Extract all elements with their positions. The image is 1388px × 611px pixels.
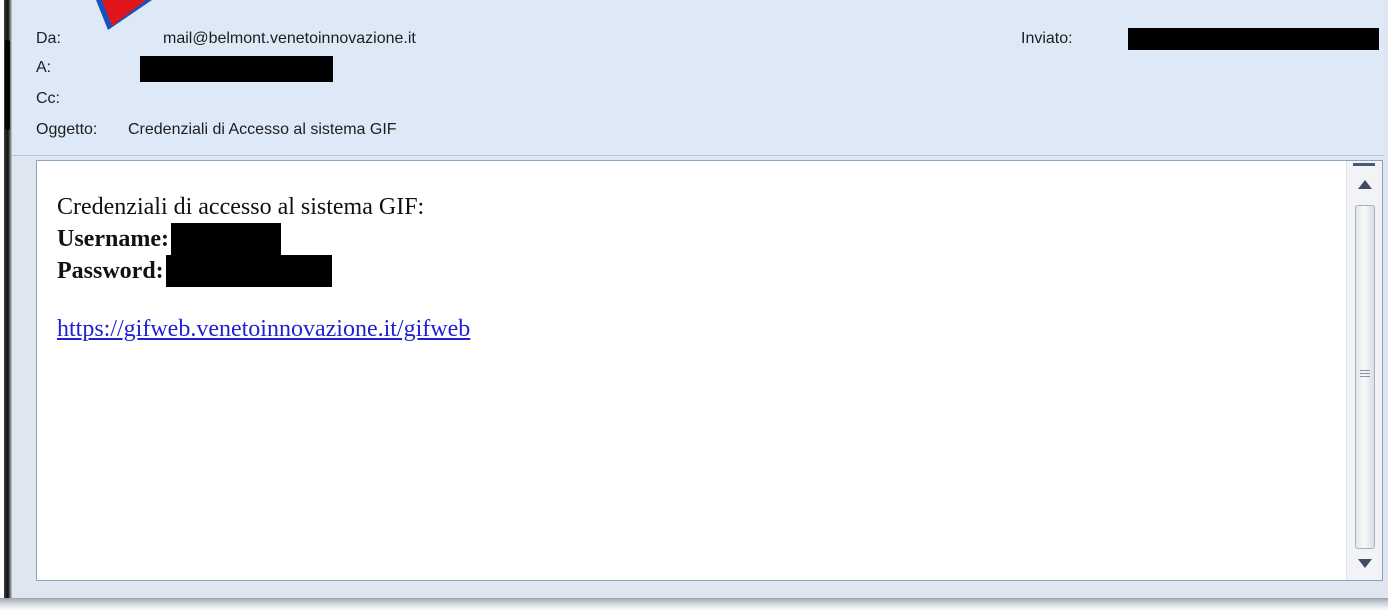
to-label: A: xyxy=(36,59,52,76)
email-window: Da: mail@belmont.venetoinnovazione.it In… xyxy=(0,0,1388,611)
scrollbar-thumb[interactable] xyxy=(1355,205,1375,549)
window-left-grip xyxy=(5,40,10,130)
link-line: https://gifweb.venetoinnovazione.it/gifw… xyxy=(57,313,470,345)
intro-text: Credenziali di accesso al sistema GIF: xyxy=(57,194,425,220)
window-bottom-border xyxy=(0,598,1388,611)
from-label: Da: xyxy=(36,30,61,47)
subject-value: Credenziali di Accesso al sistema GIF xyxy=(128,121,397,138)
gifweb-link[interactable]: https://gifweb.venetoinnovazione.it/gifw… xyxy=(57,316,470,342)
scroll-down-button[interactable] xyxy=(1347,548,1383,578)
header-row-subject: Oggetto: Credenziali di Accesso al siste… xyxy=(36,118,836,142)
scrollbar-top-line xyxy=(1353,163,1375,166)
scroll-down-arrow-icon xyxy=(1358,558,1372,568)
username-line: Username: xyxy=(57,223,470,255)
window-left-border xyxy=(0,0,12,598)
to-value-redacted xyxy=(140,56,333,82)
message-content: Credenziali di accesso al sistema GIF: U… xyxy=(57,191,470,345)
from-value[interactable]: mail@belmont.venetoinnovazione.it xyxy=(163,27,416,51)
vertical-scrollbar[interactable] xyxy=(1346,161,1382,580)
header-row-cc: Cc: xyxy=(36,87,236,111)
password-line: Password: xyxy=(57,255,470,287)
scroll-grip-icon xyxy=(1360,370,1370,379)
red-pointer-arrow-icon xyxy=(96,0,152,30)
username-label: Username: xyxy=(57,226,169,252)
header-row-from: Da: mail@belmont.venetoinnovazione.it In… xyxy=(36,27,1379,51)
scroll-up-arrow-icon xyxy=(1358,179,1372,189)
sent-value-redacted xyxy=(1128,28,1379,50)
password-value-redacted xyxy=(165,255,332,287)
subject-label: Oggetto: xyxy=(36,121,98,138)
password-label: Password: xyxy=(57,258,164,284)
cc-label: Cc: xyxy=(36,90,60,107)
message-body[interactable]: Credenziali di accesso al sistema GIF: U… xyxy=(36,160,1383,581)
username-value-redacted xyxy=(170,223,281,255)
scroll-up-button[interactable] xyxy=(1347,169,1383,199)
sent-label: Inviato: xyxy=(1021,30,1073,47)
header-row-to: A: xyxy=(36,56,636,82)
email-header: Da: mail@belmont.venetoinnovazione.it In… xyxy=(12,0,1384,156)
